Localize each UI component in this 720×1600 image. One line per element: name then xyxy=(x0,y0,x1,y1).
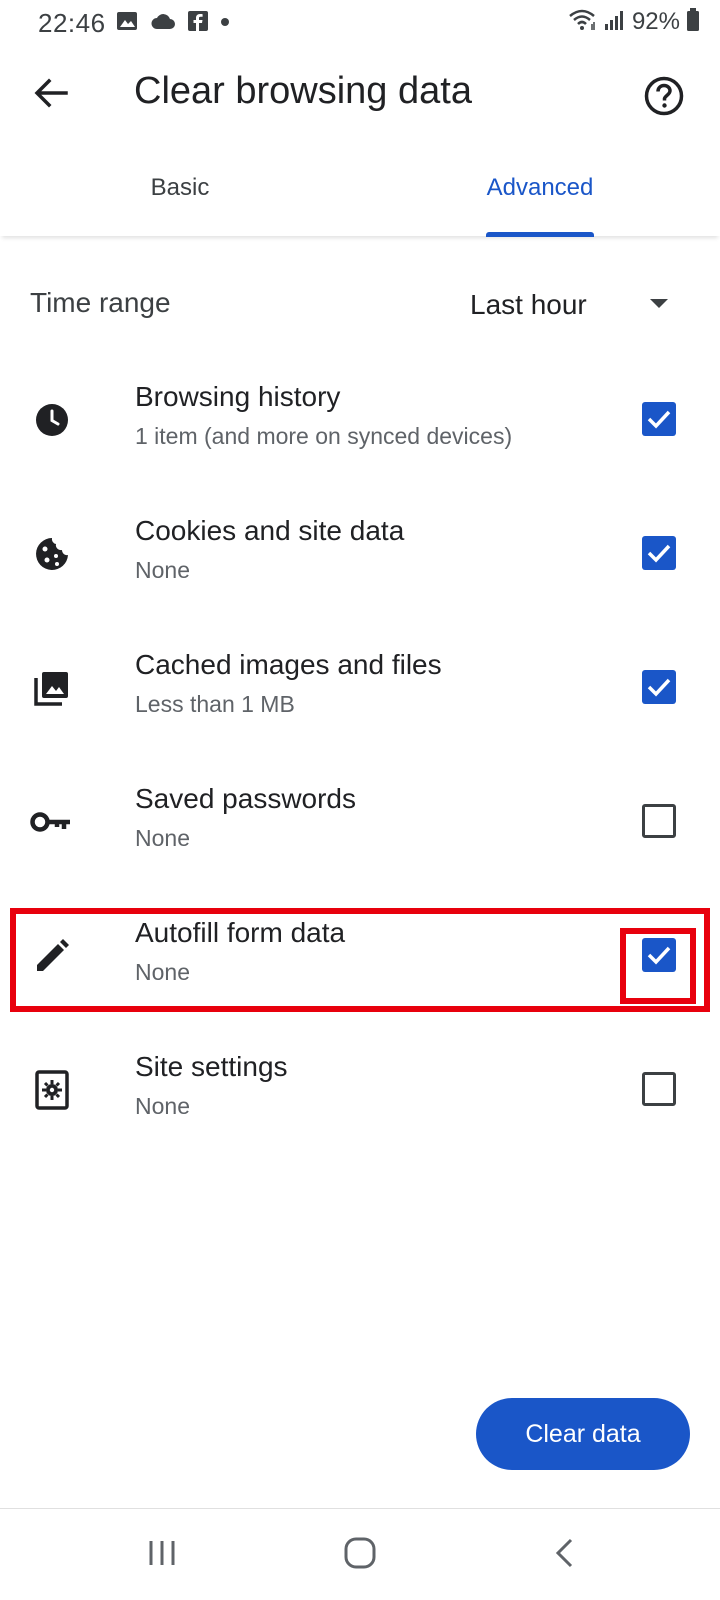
option-site-settings[interactable]: Site settings None xyxy=(0,1028,720,1152)
option-saved-passwords[interactable]: Saved passwords None xyxy=(0,760,720,884)
home-button[interactable] xyxy=(330,1531,390,1579)
option-subtitle: None xyxy=(135,1093,190,1119)
time-range-dropdown[interactable]: Last hour xyxy=(470,277,690,333)
option-browsing-history[interactable]: Browsing history 1 item (and more on syn… xyxy=(0,358,720,482)
arrow-back-icon xyxy=(34,78,68,113)
site-settings-icon xyxy=(30,1068,74,1112)
status-system-icons: 92% xyxy=(568,7,700,37)
time-range-label: Time range xyxy=(30,287,171,318)
option-cookies[interactable]: Cookies and site data None xyxy=(0,492,720,616)
option-subtitle: Less than 1 MB xyxy=(135,691,295,717)
dropdown-arrow-icon xyxy=(650,299,668,308)
tab-advanced[interactable]: Advanced xyxy=(360,150,720,236)
option-cached-images[interactable]: Cached images and files Less than 1 MB xyxy=(0,626,720,750)
help-circle-icon xyxy=(643,75,685,122)
time-range-value: Last hour xyxy=(470,289,587,320)
images-icon xyxy=(30,666,74,710)
clock-icon xyxy=(30,398,74,442)
system-nav-bar xyxy=(0,1509,720,1600)
home-icon xyxy=(344,1537,376,1574)
recent-apps-icon xyxy=(147,1539,177,1572)
signal-icon xyxy=(604,9,626,36)
back-nav-button[interactable] xyxy=(534,1531,594,1579)
status-notification-icons xyxy=(116,10,230,36)
option-subtitle: 1 item (and more on synced devices) xyxy=(135,423,513,449)
option-title: Autofill form data xyxy=(135,917,346,948)
browsing-history-checkbox[interactable] xyxy=(642,402,676,436)
cached-images-checkbox[interactable] xyxy=(642,670,676,704)
pencil-icon xyxy=(30,934,74,978)
option-subtitle: None xyxy=(135,557,190,583)
option-subtitle: None xyxy=(135,959,190,985)
site-settings-checkbox[interactable] xyxy=(642,1072,676,1106)
tab-bar: Basic Advanced xyxy=(0,150,720,237)
tab-basic[interactable]: Basic xyxy=(0,150,360,236)
option-title: Browsing history xyxy=(135,381,341,412)
tab-selected-indicator xyxy=(486,232,594,237)
recent-apps-button[interactable] xyxy=(132,1531,192,1579)
status-time: 22:46 xyxy=(38,8,106,38)
option-title: Site settings xyxy=(135,1051,288,1082)
option-subtitle: None xyxy=(135,825,190,851)
saved-passwords-checkbox[interactable] xyxy=(642,804,676,838)
battery-percent: 92% xyxy=(631,8,680,35)
facebook-icon xyxy=(188,10,208,36)
option-autofill-form-data[interactable]: Autofill form data None xyxy=(0,894,720,1018)
image-icon xyxy=(116,11,138,36)
cloud-icon xyxy=(150,12,176,35)
app-bar: Clear browsing data xyxy=(0,44,720,144)
battery-icon xyxy=(686,7,700,37)
dot-icon xyxy=(220,14,230,32)
help-button[interactable] xyxy=(638,72,690,124)
autofill-form-data-checkbox[interactable] xyxy=(642,938,676,972)
cookie-icon xyxy=(30,532,74,576)
option-title: Cookies and site data xyxy=(135,515,405,546)
key-icon xyxy=(30,800,74,844)
option-title: Saved passwords xyxy=(135,783,357,814)
option-title: Cached images and files xyxy=(135,649,442,680)
status-bar: 22:46 92% xyxy=(0,0,720,44)
wifi-icon xyxy=(568,8,598,37)
clear-data-button[interactable]: Clear data xyxy=(476,1398,690,1470)
back-button[interactable] xyxy=(22,72,80,118)
page-title: Clear browsing data xyxy=(134,70,472,112)
cookies-checkbox[interactable] xyxy=(642,536,676,570)
back-nav-icon xyxy=(553,1537,575,1574)
